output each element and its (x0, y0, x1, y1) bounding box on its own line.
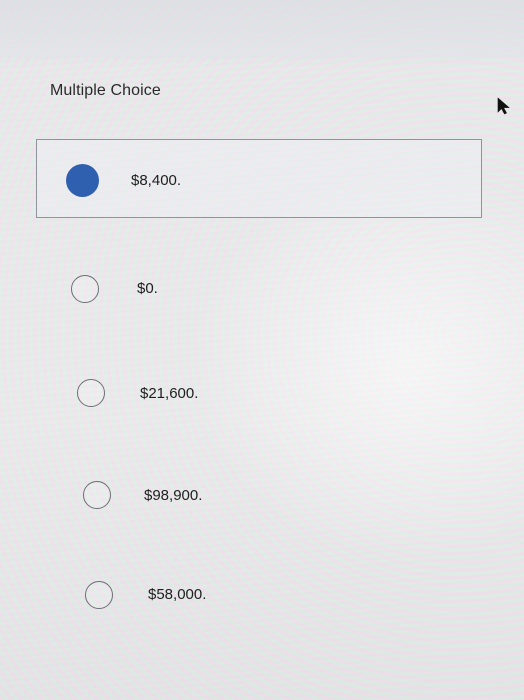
answer-option-5-label: $58,000. (148, 586, 207, 603)
answer-option-2-label: $0. (137, 280, 158, 297)
radio-button[interactable] (77, 379, 105, 407)
answer-option-2[interactable]: $0. (60, 268, 260, 308)
answer-option-1[interactable]: $8,400. (36, 139, 482, 218)
radio-button-selected[interactable] (66, 164, 99, 197)
answer-option-4-label: $98,900. (144, 487, 203, 504)
answer-option-5[interactable]: $58,000. (74, 575, 274, 615)
answer-option-1-label: $8,400. (131, 172, 182, 189)
radio-button[interactable] (71, 275, 99, 303)
answer-option-3[interactable]: $21,600. (66, 374, 266, 414)
radio-button[interactable] (85, 581, 113, 609)
answer-option-4[interactable]: $98,900. (72, 476, 272, 516)
answer-option-3-label: $21,600. (140, 385, 199, 402)
question-type-heading: Multiple Choice (50, 82, 161, 99)
radio-button[interactable] (83, 481, 111, 509)
mouse-pointer-icon (497, 97, 510, 115)
top-strip (0, 0, 524, 58)
